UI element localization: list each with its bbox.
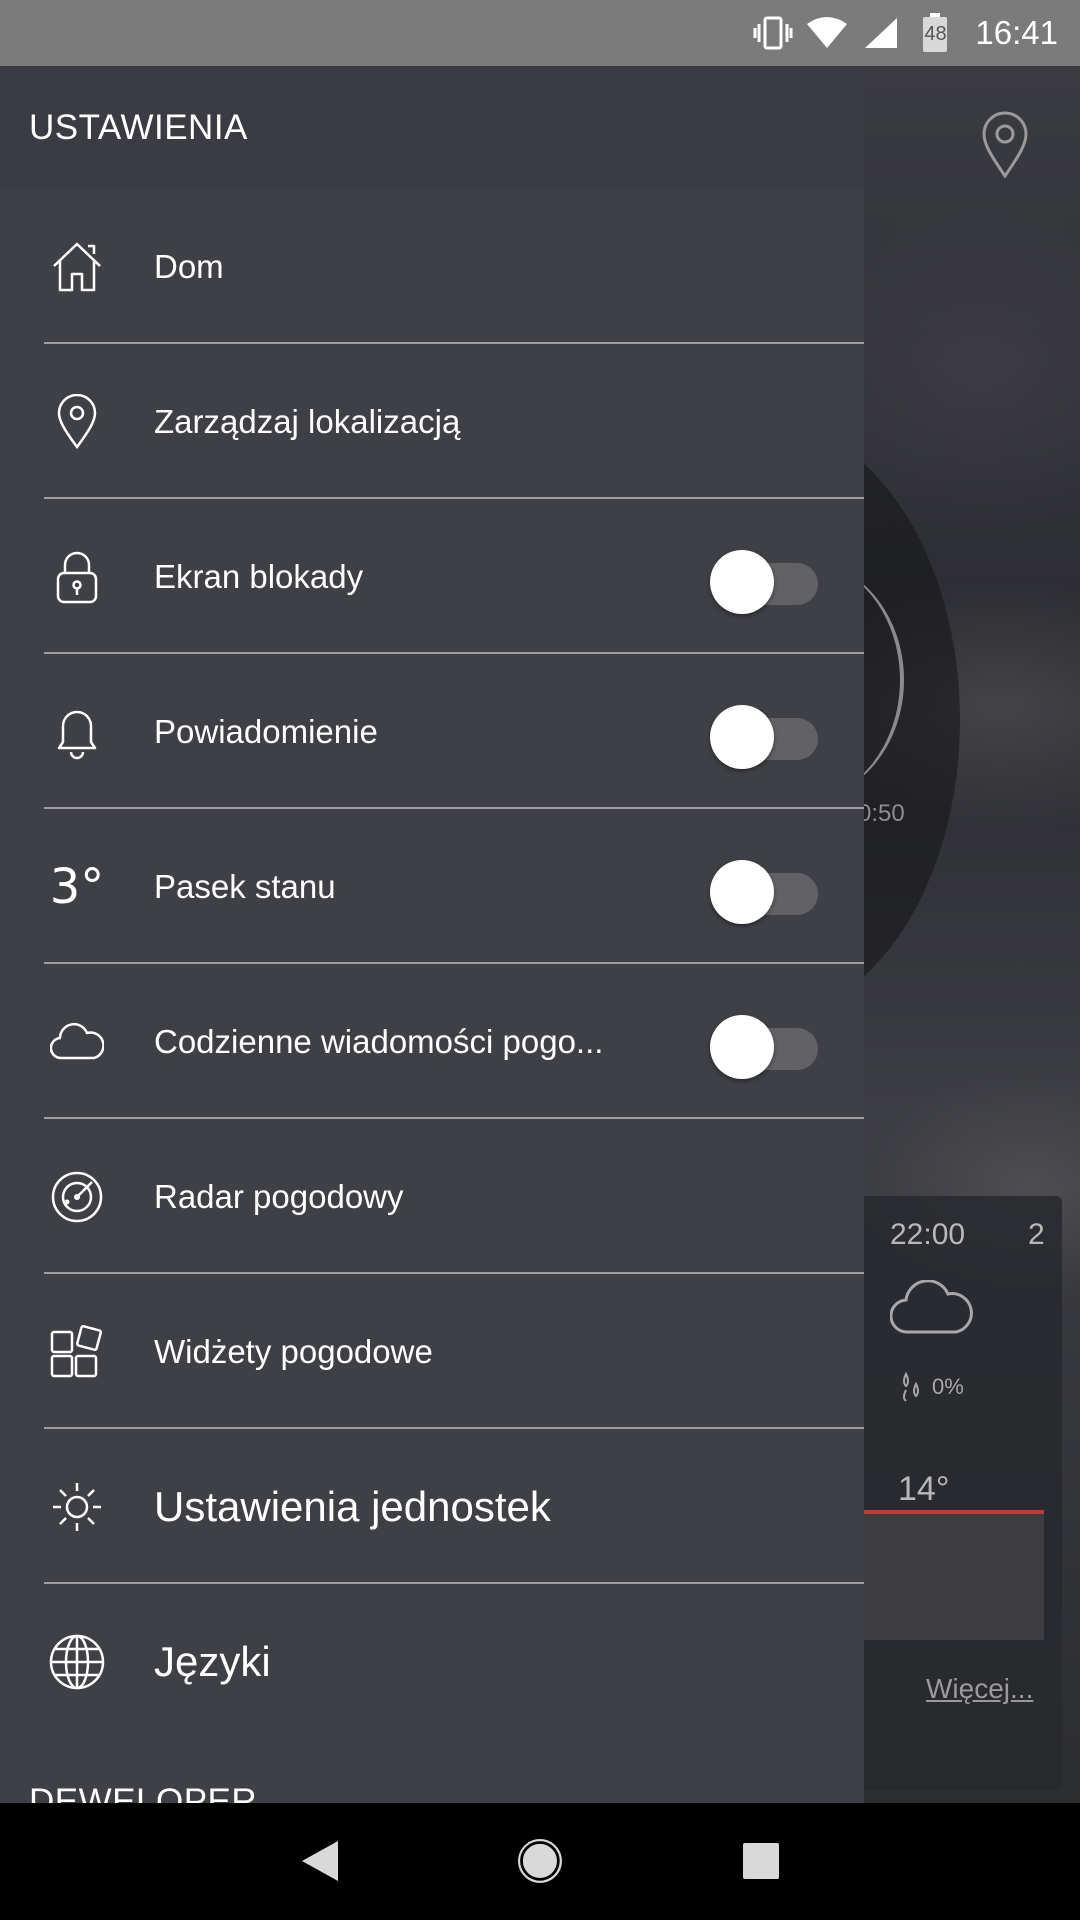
- menu-item-label: Ekran blokady: [154, 557, 364, 595]
- sunset-time: 0:50: [858, 800, 905, 827]
- vibrate-icon: [753, 13, 793, 53]
- bell-icon: [46, 701, 108, 763]
- status-bar: 48 16:41: [0, 0, 1080, 66]
- lock-screen-toggle[interactable]: [710, 542, 820, 614]
- globe-icon: [46, 1631, 108, 1693]
- menu-item-label: Pasek stanu: [154, 867, 336, 905]
- more-link[interactable]: Więcej...: [926, 1673, 1033, 1705]
- notification-toggle[interactable]: [710, 697, 820, 769]
- cloud-icon: [46, 1011, 108, 1073]
- status-bar-toggle[interactable]: [710, 852, 820, 924]
- menu-item-manage-locations[interactable]: Zarządzaj lokalizacją: [0, 344, 864, 499]
- signal-icon: [861, 13, 901, 53]
- battery-icon: 48: [915, 13, 955, 53]
- home-button-icon[interactable]: [512, 1833, 568, 1889]
- forecast-hour: 22:00: [890, 1218, 966, 1251]
- radar-icon: [46, 1166, 108, 1228]
- settings-menu: Dom Zarządzaj lokalizacją Ekran blokady …: [0, 189, 864, 1739]
- forecast-next-hour: 2: [1028, 1218, 1045, 1251]
- menu-item-languages[interactable]: Języki: [0, 1584, 864, 1739]
- menu-item-weather-radar[interactable]: Radar pogodowy: [0, 1119, 864, 1274]
- battery-level: 48: [924, 23, 947, 45]
- menu-item-status-bar[interactable]: 3° Pasek stanu: [0, 809, 864, 964]
- menu-item-label: Dom: [154, 247, 224, 285]
- temperature-graph: [864, 1510, 1044, 1640]
- menu-item-weather-widgets[interactable]: Widżety pogodowe: [0, 1274, 864, 1429]
- location-pin-icon[interactable]: [980, 110, 1030, 185]
- daily-weather-toggle[interactable]: [710, 1007, 820, 1079]
- menu-item-label: Zarządzaj lokalizacją: [154, 402, 461, 440]
- toggle-knob: [710, 704, 774, 769]
- menu-item-label: Języki: [154, 1637, 271, 1685]
- menu-item-lock-screen[interactable]: Ekran blokady: [0, 499, 864, 654]
- menu-item-label: Ustawienia jednostek: [154, 1482, 551, 1530]
- menu-item-home[interactable]: Dom: [0, 189, 864, 344]
- lock-icon: [46, 546, 108, 608]
- wifi-icon: [807, 13, 848, 53]
- location-pin-icon: [46, 391, 108, 453]
- toggle-knob: [710, 1014, 774, 1079]
- developer-section-header: DEWELOPER: [29, 1782, 258, 1803]
- raindrop-icon: [903, 1372, 919, 1402]
- temperature-icon-text: 3°: [49, 858, 105, 915]
- home-icon: [46, 236, 108, 298]
- menu-item-notification[interactable]: Powiadomienie: [0, 654, 864, 809]
- cloud-icon: [889, 1279, 974, 1341]
- widgets-icon: [46, 1321, 108, 1383]
- precipitation: 0%: [898, 1372, 964, 1402]
- toggle-knob: [710, 859, 774, 924]
- status-time: 16:41: [975, 14, 1058, 51]
- menu-item-daily-weather[interactable]: Codzienne wiadomości pogo...: [0, 964, 864, 1119]
- forecast-temp: 14°: [898, 1470, 950, 1508]
- sun-icon: [46, 1476, 108, 1538]
- menu-item-label: Radar pogodowy: [154, 1177, 404, 1215]
- temperature-icon: 3°: [46, 856, 108, 918]
- navigation-bar: [0, 1803, 1080, 1920]
- recents-icon[interactable]: [733, 1833, 789, 1889]
- toggle-knob: [710, 549, 774, 614]
- drawer-title: USTAWIENIA: [0, 66, 864, 189]
- settings-drawer: USTAWIENIA Dom Zarządzaj lokalizacją Ekr…: [0, 66, 864, 1803]
- menu-item-label: Codzienne wiadomości pogo...: [154, 1022, 604, 1060]
- back-icon[interactable]: [292, 1833, 348, 1889]
- menu-item-label: Powiadomienie: [154, 712, 378, 750]
- menu-item-unit-settings[interactable]: Ustawienia jednostek: [0, 1429, 864, 1584]
- menu-item-label: Widżety pogodowe: [154, 1332, 433, 1370]
- precipitation-value: 0%: [932, 1374, 964, 1399]
